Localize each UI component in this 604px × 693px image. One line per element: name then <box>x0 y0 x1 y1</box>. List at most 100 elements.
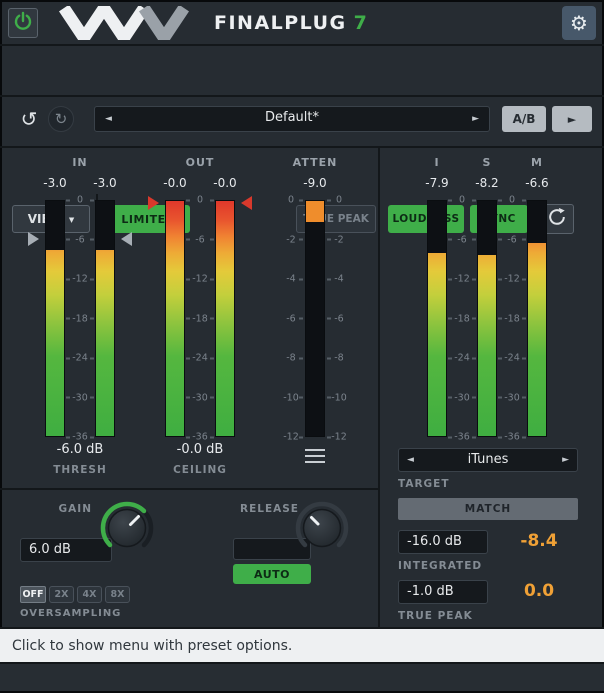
brand-logo-icon <box>58 6 208 44</box>
scale-label: -2 <box>327 234 351 245</box>
target-next-icon[interactable]: ► <box>562 455 569 465</box>
out-meter-label: OUT <box>180 156 220 169</box>
scale-label: 0 <box>186 195 214 206</box>
scale-label: -2 <box>279 234 303 245</box>
scale-label: 0 <box>66 195 94 206</box>
loudness-scale-right: 0 -6 -12 -18 -24 -30 -36 <box>498 200 526 437</box>
loudness-scale-left: 0 -6 -12 -18 -24 -30 -36 <box>448 200 476 437</box>
divider <box>0 146 604 148</box>
gear-icon: ⚙ <box>570 13 588 33</box>
out-meter-value-right: -0.0 <box>203 176 247 190</box>
scale-label: -30 <box>66 392 94 403</box>
divider <box>0 488 378 490</box>
atten-meter-label: ATTEN <box>285 156 345 169</box>
atten-meter-fill <box>306 201 324 222</box>
oversampling-4x-button[interactable]: 4X <box>77 586 102 603</box>
scale-label: -6 <box>327 313 351 324</box>
header: FINALPLUG 7 ⚙ <box>0 0 604 46</box>
gain-knob[interactable] <box>97 498 157 558</box>
scale-label: -12 <box>448 274 476 285</box>
ceiling-readout[interactable]: -0.0 dB <box>150 442 250 457</box>
divider <box>378 146 380 629</box>
oversampling-off-button[interactable]: OFF <box>20 586 46 603</box>
out-meter-bar-left <box>165 200 185 437</box>
target-select[interactable]: ◄ iTunes ► <box>398 448 578 472</box>
integrated-meter-bar <box>427 200 447 437</box>
power-button[interactable] <box>8 8 38 38</box>
meter-unlit-mask <box>96 201 114 250</box>
scale-label: -6 <box>66 234 94 245</box>
integrated-meter-label: I <box>417 156 457 169</box>
integrated-target-field[interactable]: -16.0 dB <box>398 530 488 554</box>
match-button[interactable]: MATCH <box>398 498 578 520</box>
bottom-strip <box>0 664 604 691</box>
integrated-meter-value: -7.9 <box>413 176 461 190</box>
meter-unlit-mask <box>428 201 446 253</box>
scale-label: -12 <box>186 274 214 285</box>
shortterm-meter-label: S <box>467 156 507 169</box>
scale-label: -24 <box>186 353 214 364</box>
target-prev-icon[interactable]: ◄ <box>407 455 414 465</box>
scale-label: -18 <box>448 313 476 324</box>
in-meter-bar-left <box>45 200 65 437</box>
in-meter-value-right: -3.0 <box>83 176 127 190</box>
scale-label: -12 <box>498 274 526 285</box>
status-message: Click to show menu with preset options. <box>12 638 292 654</box>
scale-label: -36 <box>66 432 94 443</box>
settings-button[interactable]: ⚙ <box>562 6 596 40</box>
oversampling-caption: OVERSAMPLING <box>20 608 121 619</box>
shortterm-meter-value: -8.2 <box>463 176 511 190</box>
threshold-marker-right[interactable] <box>121 232 132 246</box>
ceiling-marker-left[interactable] <box>148 196 159 210</box>
scale-label: -18 <box>186 313 214 324</box>
scale-label: -12 <box>66 274 94 285</box>
scale-label: -24 <box>448 353 476 364</box>
release-knob[interactable] <box>292 498 352 558</box>
app-version: 7 <box>354 12 367 34</box>
scale-label: -18 <box>498 313 526 324</box>
integrated-caption: INTEGRATED <box>398 560 482 572</box>
threshold-marker-left[interactable] <box>28 232 39 246</box>
atten-menu-button[interactable] <box>303 446 327 466</box>
threshold-readout[interactable]: -6.0 dB <box>30 442 130 457</box>
in-meter-scale: 0 -6 -12 -18 -24 -30 -36 <box>66 200 94 437</box>
scale-label: -12 <box>327 432 351 443</box>
scale-label: 0 <box>448 195 476 206</box>
momentary-meter-label: M <box>517 156 557 169</box>
in-meter-value-left: -3.0 <box>33 176 77 190</box>
power-icon <box>13 11 33 35</box>
true-peak-target-field[interactable]: -1.0 dB <box>398 580 488 604</box>
scale-label: -30 <box>186 392 214 403</box>
atten-scale-right: 0 -2 -4 -6 -8 -10 -12 <box>327 200 351 437</box>
in-meter-bar-right <box>95 200 115 437</box>
atten-meter-value: -9.0 <box>293 176 337 190</box>
scale-label: -36 <box>448 432 476 443</box>
momentary-meter-value: -6.6 <box>513 176 561 190</box>
scale-label: -24 <box>498 353 526 364</box>
oversampling-2x-button[interactable]: 2X <box>49 586 74 603</box>
scale-label: -8 <box>279 353 303 364</box>
ceiling-caption: CEILING <box>150 464 250 476</box>
scale-label: 0 <box>498 195 526 206</box>
target-selected-value[interactable]: iTunes <box>399 449 577 471</box>
release-caption: RELEASE <box>240 503 299 515</box>
hamburger-icon <box>305 455 325 458</box>
scale-label: -6 <box>186 234 214 245</box>
ceiling-marker-right[interactable] <box>241 196 252 210</box>
app-title-text: FINALPLUG <box>214 12 347 34</box>
integrated-readout: -8.4 <box>500 531 578 551</box>
threshold-caption: THRESH <box>30 464 130 476</box>
out-meter-value-left: -0.0 <box>153 176 197 190</box>
gain-caption: GAIN <box>40 503 92 515</box>
scale-label: -10 <box>279 392 303 403</box>
app-title: FINALPLUG 7 <box>214 0 367 46</box>
scale-label: -24 <box>66 353 94 364</box>
release-auto-button[interactable]: AUTO <box>233 564 311 584</box>
scale-label: -10 <box>327 392 351 403</box>
status-bar: Click to show menu with preset options. <box>0 629 604 662</box>
target-caption: TARGET <box>398 478 450 490</box>
preset-bar: ↺ ↻ ◄ Default* ► A/B ► <box>0 46 604 95</box>
oversampling-8x-button[interactable]: 8X <box>105 586 130 603</box>
finalplug-window: FINALPLUG 7 ⚙ ↺ ↻ ◄ Default* ► A/B ► VIE… <box>0 0 604 693</box>
scale-label: -18 <box>66 313 94 324</box>
